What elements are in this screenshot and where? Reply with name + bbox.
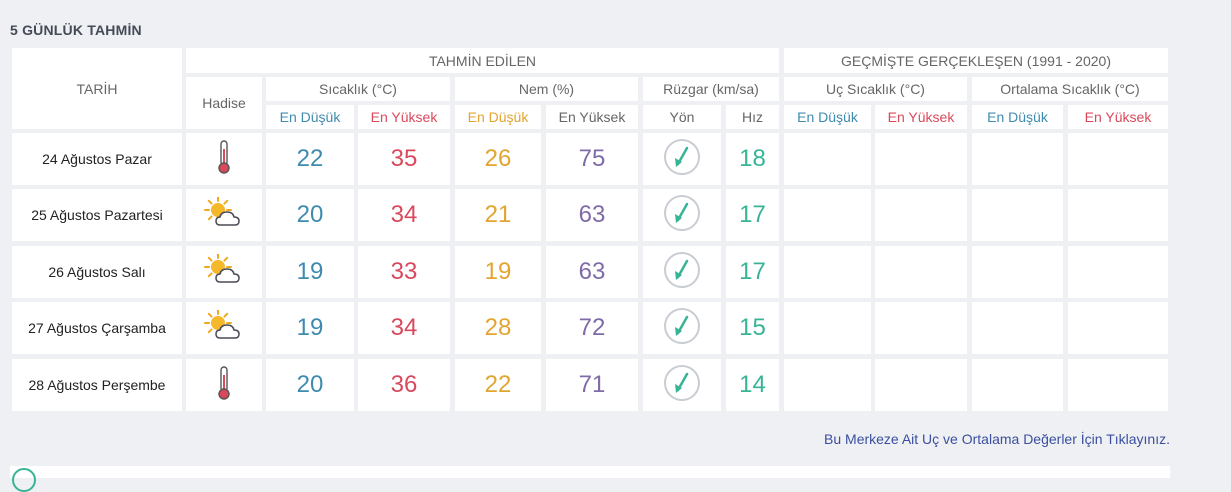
temp-high-header: En Yüksek [358,105,450,129]
past-value-cell [972,302,1063,354]
humidity-high-value: 63 [546,246,638,298]
wind-direction-cell [643,302,721,354]
date-cell: 24 Ağustos Pazar [12,133,182,185]
humidity-low-header: En Düşük [455,105,541,129]
wind-direction-cell [643,359,721,411]
wind-direction-icon [663,251,701,294]
temp-low-value: 22 [266,133,354,185]
past-value-cell [1068,246,1168,298]
temp-high-value: 33 [358,246,450,298]
partly-cloudy-icon [204,308,244,347]
past-value-cell [784,189,871,241]
wind-speed-value: 18 [726,133,779,185]
wind-direction-header: Yön [643,105,721,129]
humidity-header: Nem (%) [455,77,638,101]
panel-icon [12,468,36,492]
thermometer-icon [215,139,233,180]
event-header: Hadise [186,77,262,129]
past-value-cell [784,302,871,354]
event-cell [186,189,262,241]
humidity-low-value: 19 [455,246,541,298]
extreme-high-header: En Yüksek [875,105,967,129]
past-value-cell [972,189,1063,241]
past-value-cell [1068,302,1168,354]
wind-speed-header: Hız [726,105,779,129]
humidity-high-value: 63 [546,189,638,241]
wind-speed-value: 17 [726,246,779,298]
humidity-high-value: 71 [546,359,638,411]
temp-low-value: 20 [266,189,354,241]
past-value-cell [875,133,967,185]
average-high-header: En Yüksek [1068,105,1168,129]
temp-low-value: 19 [266,246,354,298]
past-value-cell [1068,133,1168,185]
past-value-cell [972,359,1063,411]
past-value-cell [875,246,967,298]
past-group-header: GEÇMİŞTE GERÇEKLEŞEN (1991 - 2020) [784,48,1168,73]
temperature-header: Sıcaklık (°C) [266,77,450,101]
humidity-high-header: En Yüksek [546,105,638,129]
temp-low-value: 19 [266,302,354,354]
date-header: TARİH [12,48,182,129]
wind-direction-icon [663,307,701,350]
partly-cloudy-icon [204,195,244,234]
section-title: 5 GÜNLÜK TAHMİN [10,22,142,38]
past-value-cell [875,359,967,411]
past-value-cell [784,133,871,185]
temp-high-value: 34 [358,302,450,354]
temp-low-header: En Düşük [266,105,354,129]
wind-header: Rüzgar (km/sa) [643,77,779,101]
humidity-low-value: 22 [455,359,541,411]
past-value-cell [875,302,967,354]
average-low-header: En Düşük [972,105,1063,129]
past-value-cell [784,246,871,298]
wind-direction-icon [663,138,701,181]
humidity-low-value: 28 [455,302,541,354]
wind-direction-cell [643,246,721,298]
wind-direction-cell [643,133,721,185]
date-cell: 28 Ağustos Perşembe [12,359,182,411]
partly-cloudy-icon [204,252,244,291]
humidity-low-value: 21 [455,189,541,241]
event-cell [186,133,262,185]
past-value-cell [784,359,871,411]
average-temp-header: Ortalama Sıcaklık (°C) [972,77,1168,101]
extreme-average-values-link[interactable]: Bu Merkeze Ait Uç ve Ortalama Değerler İ… [824,431,1170,447]
temp-high-value: 36 [358,359,450,411]
past-value-cell [972,133,1063,185]
humidity-low-value: 26 [455,133,541,185]
temp-low-value: 20 [266,359,354,411]
event-cell [186,246,262,298]
past-value-cell [972,246,1063,298]
forecast-group-header: TAHMİN EDİLEN [186,48,779,73]
extreme-low-header: En Düşük [784,105,871,129]
past-value-cell [875,189,967,241]
extreme-temp-header: Uç Sıcaklık (°C) [784,77,967,101]
date-cell: 27 Ağustos Çarşamba [12,302,182,354]
date-cell: 25 Ağustos Pazartesi [12,189,182,241]
temp-high-value: 35 [358,133,450,185]
wind-direction-icon [663,364,701,407]
next-panel-edge [10,466,1170,478]
past-value-cell [1068,359,1168,411]
wind-speed-value: 17 [726,189,779,241]
humidity-high-value: 72 [546,302,638,354]
event-cell [186,302,262,354]
wind-direction-icon [663,194,701,237]
temp-high-value: 34 [358,189,450,241]
past-value-cell [1068,189,1168,241]
wind-speed-value: 14 [726,359,779,411]
thermometer-icon [215,365,233,406]
wind-speed-value: 15 [726,302,779,354]
humidity-high-value: 75 [546,133,638,185]
date-cell: 26 Ağustos Salı [12,246,182,298]
wind-direction-cell [643,189,721,241]
event-cell [186,359,262,411]
